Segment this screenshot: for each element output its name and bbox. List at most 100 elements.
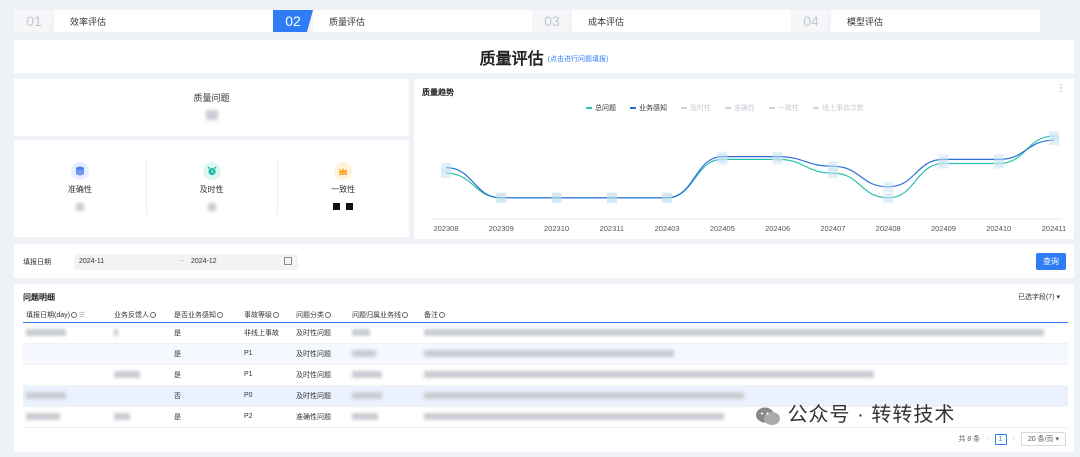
- data-point: [606, 192, 617, 203]
- x-tick-label: 202408: [876, 224, 901, 233]
- step-number: 01: [14, 10, 54, 32]
- category-cell: 准确性问题: [293, 406, 349, 428]
- level-cell: P0: [241, 385, 293, 407]
- help-icon: [439, 311, 445, 318]
- database-icon: [70, 162, 89, 180]
- data-point: [772, 151, 783, 162]
- x-tick-label: 202410: [986, 224, 1011, 233]
- date-filter-label: 填报日期: [23, 259, 51, 266]
- metrics-card: 准确性 及时性 一致性: [14, 140, 409, 237]
- level-cell: P2: [241, 406, 293, 428]
- quality-issues-title: 质量问题: [193, 93, 230, 103]
- series-line: [445, 135, 1055, 199]
- data-point: [1049, 135, 1059, 146]
- step-cost[interactable]: 03 成本评估: [532, 10, 781, 32]
- perceived-cell: 是: [171, 343, 241, 365]
- data-point: [993, 154, 1004, 165]
- column-header[interactable]: 问题分类: [293, 308, 349, 323]
- category-cell: 及时性问题: [293, 322, 349, 344]
- help-icon: [70, 311, 77, 318]
- wechat-icon: [756, 407, 780, 425]
- x-tick-label: 202403: [655, 224, 680, 233]
- help-icon: [150, 311, 156, 318]
- next-page-icon[interactable]: ›: [1013, 436, 1015, 443]
- column-header[interactable]: 填报日期(day) ☰: [23, 308, 111, 323]
- table-row[interactable]: 是 P1 及时性问题: [23, 364, 1068, 386]
- category-cell: 及时性问题: [293, 364, 349, 386]
- page-size-select[interactable]: 20 条/页 ▾: [1020, 432, 1066, 446]
- metric-value: [333, 203, 354, 210]
- table-title: 问题明细: [23, 293, 55, 302]
- x-tick-label: 202409: [931, 224, 956, 233]
- category-cell: 及时性问题: [293, 343, 349, 365]
- perceived-cell: 否: [171, 385, 241, 407]
- x-tick-label: 202407: [820, 224, 845, 233]
- metric-label: 一致性: [331, 185, 356, 194]
- crown-icon: [334, 162, 353, 180]
- table-row[interactable]: 是 非线上事故 及时性问题: [23, 322, 1068, 344]
- start-date[interactable]: 2024-11: [79, 258, 104, 265]
- x-tick-label: 202310: [544, 224, 569, 233]
- prev-page-icon[interactable]: ‹: [986, 436, 988, 443]
- step-quality[interactable]: 02 质量评估: [273, 10, 522, 32]
- level-cell: 非线上事故: [241, 322, 293, 344]
- column-selector-label: 已选字段(7): [1017, 294, 1055, 301]
- data-point: [551, 192, 562, 203]
- page-number[interactable]: 1: [994, 433, 1007, 445]
- data-point: [496, 192, 507, 203]
- page-title: 质量评估: [479, 50, 544, 68]
- column-header[interactable]: 业务反馈人: [111, 308, 171, 323]
- metric-accuracy: 准确性: [14, 140, 146, 237]
- total-count: 共 8 条: [958, 436, 981, 443]
- column-header[interactable]: 事故等级: [241, 308, 293, 323]
- x-tick-label: 202411: [1042, 224, 1066, 233]
- step-label: 成本评估: [572, 10, 781, 32]
- x-tick-label: 202405: [710, 224, 735, 233]
- x-tick-label: 202308: [433, 224, 458, 233]
- filter-bar: 填报日期 2024-11 → 2024-12 查询: [14, 244, 1074, 278]
- perceived-cell: 是: [171, 364, 241, 386]
- query-button[interactable]: 查询: [1036, 253, 1066, 270]
- column-header[interactable]: 问题归属业务线: [349, 308, 421, 323]
- help-icon: [217, 311, 223, 318]
- table-header-row: 填报日期(day) ☰ 业务反馈人 是否业务感知 事故等级 问题分类 问题归属业…: [23, 308, 1068, 323]
- pagination: 共 8 条 ‹ 1 › 20 条/页 ▾: [958, 432, 1066, 446]
- chevron-down-icon: ▾: [1055, 436, 1059, 443]
- data-point: [441, 162, 451, 173]
- table-row[interactable]: 是 P1 及时性问题: [23, 343, 1068, 365]
- quality-trend-card: 质量趋势 ⋮ 总问题 业务感知 及时性 准确性 一致性 线上事故次数 20230…: [414, 79, 1074, 239]
- step-model[interactable]: 04 模型评估: [791, 10, 1040, 32]
- metric-label: 及时性: [199, 185, 224, 194]
- step-number: 04: [791, 10, 831, 32]
- data-point: [717, 151, 728, 162]
- metric-consistency: 一致性: [277, 140, 409, 237]
- column-header[interactable]: 是否业务感知: [171, 308, 241, 323]
- level-cell: P1: [241, 343, 293, 365]
- column-selector[interactable]: 已选字段(7) ▾: [1018, 292, 1060, 302]
- step-label: 模型评估: [831, 10, 1040, 32]
- data-point: [662, 192, 673, 203]
- metric-value: [207, 203, 216, 211]
- perceived-cell: 是: [171, 406, 241, 428]
- column-header[interactable]: 备注: [421, 308, 1068, 323]
- quality-issues-value: [14, 110, 409, 122]
- end-date[interactable]: 2024-12: [191, 258, 217, 265]
- level-cell: P1: [241, 364, 293, 386]
- filter-icon[interactable]: ☰: [79, 312, 85, 319]
- report-issue-link[interactable]: (点击进行问题填报): [548, 54, 609, 64]
- watermark-text: 公众号 · 转转技术: [787, 404, 956, 426]
- x-tick-label: 202311: [600, 224, 624, 233]
- x-tick-label: 202309: [489, 224, 514, 233]
- metric-timeliness: 及时性: [145, 140, 278, 237]
- series-line: [445, 139, 1055, 199]
- help-icon: [273, 311, 279, 318]
- metric-label: 准确性: [67, 185, 92, 194]
- chevron-down-icon: ▾: [1056, 294, 1060, 301]
- step-label: 效率评估: [54, 10, 263, 32]
- quality-issues-card: 质量问题: [14, 79, 409, 136]
- step-efficiency[interactable]: 01 效率评估: [14, 10, 263, 32]
- date-range-picker[interactable]: 2024-11 → 2024-12: [74, 254, 298, 270]
- calendar-icon: [284, 257, 292, 265]
- category-cell: 及时性问题: [293, 385, 349, 407]
- watermark: 公众号 · 转转技术: [755, 398, 955, 427]
